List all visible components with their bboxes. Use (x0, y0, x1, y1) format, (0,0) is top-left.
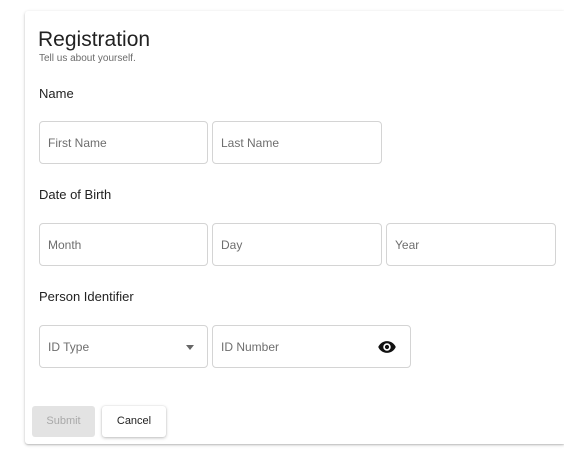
id-type-select[interactable]: ID Type (39, 325, 208, 368)
identifier-section-label: Person Identifier (39, 289, 134, 304)
id-number-placeholder: ID Number (221, 340, 280, 354)
last-name-field[interactable]: Last Name (212, 121, 382, 164)
year-placeholder: Year (395, 238, 420, 252)
submit-button[interactable]: Submit (32, 406, 95, 437)
first-name-placeholder: First Name (48, 136, 107, 150)
day-placeholder: Day (221, 238, 243, 252)
dob-section-label: Date of Birth (39, 187, 112, 202)
id-number-field[interactable]: ID Number (212, 325, 411, 368)
cancel-button[interactable]: Cancel (102, 406, 166, 437)
chevron-down-icon (186, 345, 194, 350)
day-field[interactable]: Day (212, 223, 382, 266)
month-field[interactable]: Month (39, 223, 208, 266)
form-subtitle: Tell us about yourself. (39, 53, 136, 64)
last-name-placeholder: Last Name (221, 136, 280, 150)
year-field[interactable]: Year (386, 223, 556, 266)
id-type-placeholder: ID Type (48, 340, 90, 354)
registration-card: Registration Tell us about yourself. Nam… (25, 11, 564, 444)
month-placeholder: Month (48, 238, 82, 252)
name-section-label: Name (39, 86, 74, 101)
form-title: Registration (38, 28, 151, 51)
first-name-field[interactable]: First Name (39, 121, 208, 164)
eye-icon[interactable] (376, 337, 398, 357)
